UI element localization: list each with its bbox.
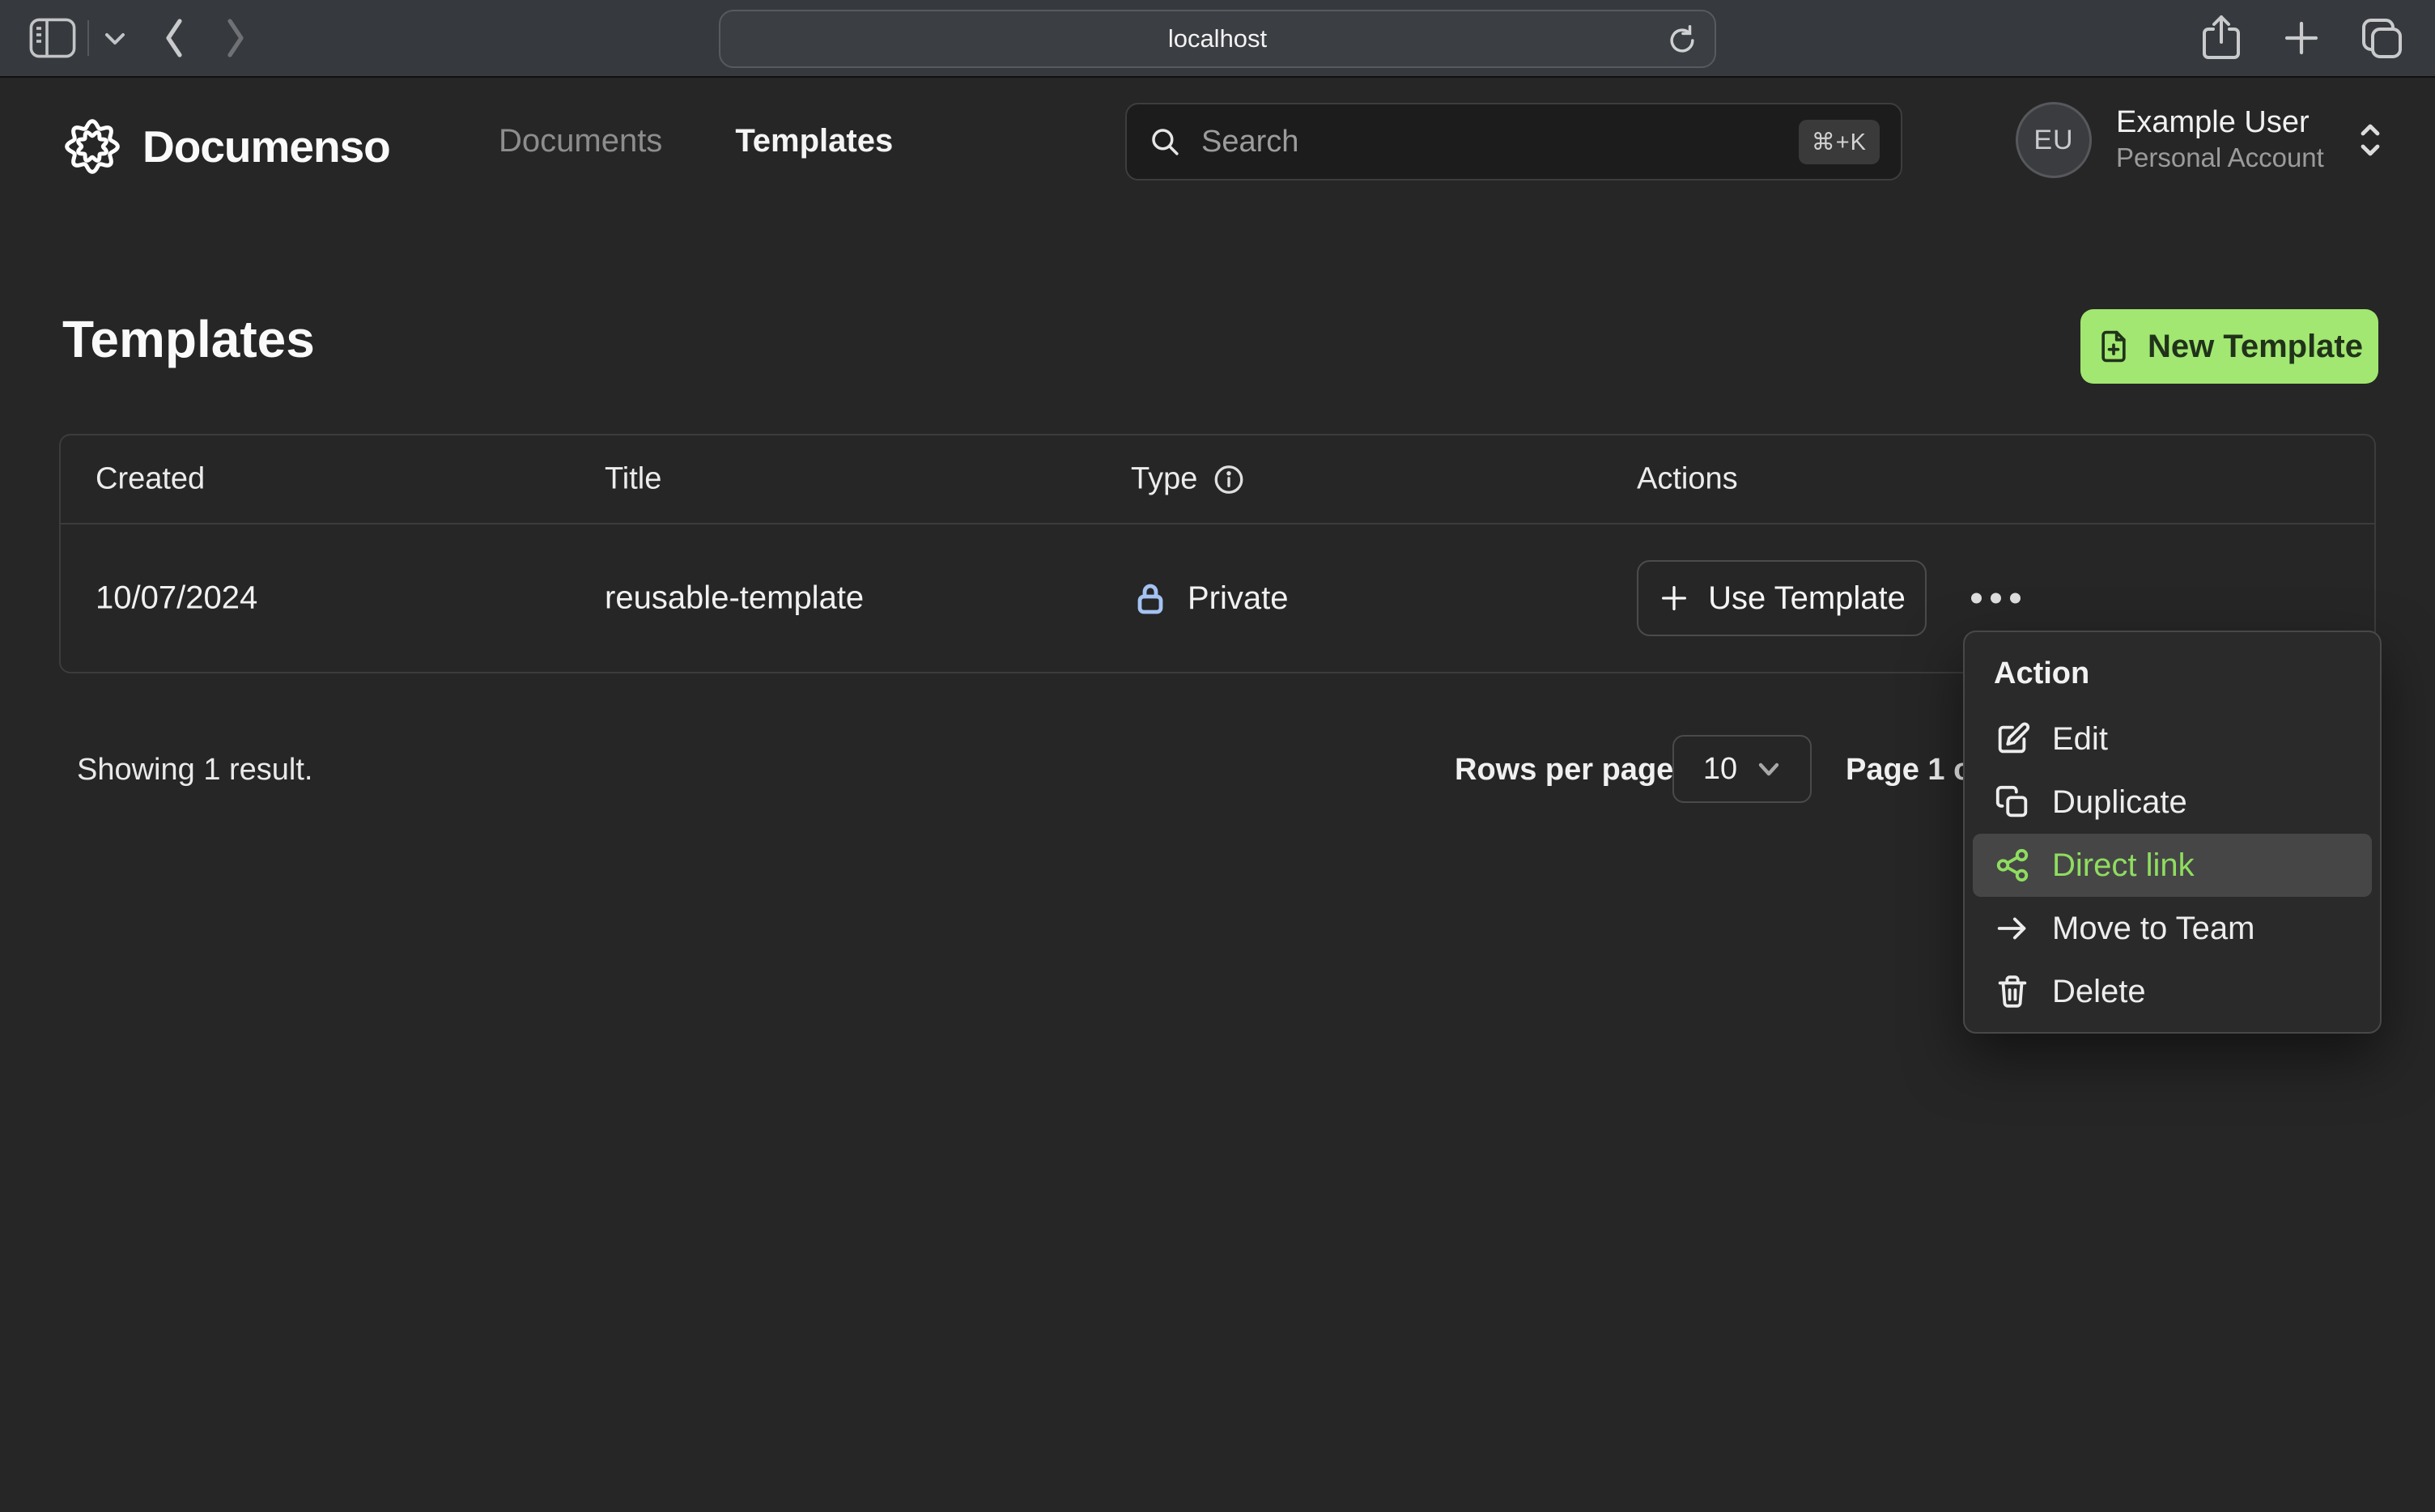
info-icon[interactable] — [1212, 462, 1246, 496]
menu-item-edit[interactable]: Edit — [1973, 707, 2372, 771]
sidebar-chevron-button[interactable] — [104, 30, 126, 46]
documenso-logo-icon — [63, 117, 121, 176]
row-actions-menu-button[interactable] — [1963, 585, 2029, 612]
menu-item-direct-link[interactable]: Direct link — [1973, 834, 2372, 897]
trash-icon — [1994, 973, 2031, 1010]
menu-item-move-to-team[interactable]: Move to Team — [1973, 897, 2372, 960]
chevron-down-icon — [104, 30, 126, 46]
use-template-button[interactable]: Use Template — [1637, 560, 1927, 636]
lock-icon — [1131, 579, 1170, 618]
search-icon — [1148, 125, 1182, 159]
row-actions-dropdown: Action Edit Duplicate Direct link Move t… — [1963, 631, 2382, 1034]
arrow-right-icon — [1994, 910, 2031, 947]
menu-item-label: Duplicate — [2052, 784, 2187, 820]
row-created-date: 10/07/2024 — [96, 580, 258, 616]
brand-name: Documenso — [142, 121, 391, 172]
account-menu-trigger[interactable]: EU Example User Personal Account — [2016, 102, 2384, 178]
row-type-label: Private — [1188, 580, 1289, 616]
reload-button[interactable] — [1664, 23, 1700, 58]
share-button[interactable] — [2199, 13, 2244, 63]
use-template-label: Use Template — [1708, 580, 1906, 616]
column-header-type: Type — [1131, 461, 1198, 496]
user-name: Example User — [2116, 104, 2310, 139]
menu-item-label: Edit — [2052, 720, 2108, 757]
sidebar-toggle-button[interactable] — [29, 18, 76, 58]
tab-overview-button[interactable] — [2359, 15, 2404, 61]
rows-per-page-value: 10 — [1702, 751, 1738, 786]
chevron-up-down-icon — [2356, 121, 2384, 159]
address-bar[interactable] — [719, 10, 1716, 68]
browser-toolbar — [0, 0, 2435, 78]
column-header-title: Title — [605, 461, 662, 496]
back-button[interactable] — [160, 16, 188, 60]
plus-icon — [1658, 582, 1690, 614]
share-icon — [2199, 13, 2244, 63]
url-input[interactable] — [1056, 24, 1379, 53]
menu-item-label: Direct link — [2052, 847, 2195, 883]
menu-item-label: Delete — [2052, 973, 2146, 1009]
nav-item-documents[interactable]: Documents — [499, 123, 662, 159]
file-plus-icon — [2096, 329, 2131, 364]
new-template-button[interactable]: New Template — [2080, 309, 2378, 384]
menu-item-delete[interactable]: Delete — [1973, 960, 2372, 1023]
avatar: EU — [2016, 102, 2092, 178]
column-header-actions: Actions — [1637, 461, 1738, 496]
dropdown-title: Action — [1994, 656, 2090, 690]
sidebar-icon — [29, 18, 76, 58]
column-header-created: Created — [96, 461, 206, 496]
main-nav: Documents Templates — [499, 123, 893, 159]
rows-per-page-select[interactable]: 10 — [1672, 735, 1812, 803]
edit-icon — [1994, 720, 2031, 758]
menu-item-duplicate[interactable]: Duplicate — [1973, 771, 2372, 834]
results-count: Showing 1 result. — [77, 753, 313, 787]
menu-item-label: Move to Team — [2052, 910, 2255, 946]
search-input[interactable] — [1201, 124, 1799, 159]
search-bar[interactable]: ⌘+K — [1125, 103, 1902, 181]
reload-icon — [1664, 23, 1700, 58]
new-tab-button[interactable] — [2281, 18, 2322, 58]
table-header-row: Created Title Type Actions — [61, 435, 2374, 525]
toolbar-divider — [87, 20, 89, 56]
tabs-icon — [2359, 15, 2404, 61]
chevron-down-icon — [1757, 760, 1781, 778]
nav-item-templates[interactable]: Templates — [735, 123, 893, 159]
forward-arrow-icon — [222, 16, 249, 60]
page-title: Templates — [62, 310, 315, 368]
rows-per-page-label: Rows per page — [1455, 753, 1674, 787]
row-template-title: reusable-template — [605, 580, 865, 616]
new-template-label: New Template — [2148, 328, 2363, 364]
ellipsis-icon — [1971, 592, 1982, 604]
user-account-type: Personal Account — [2116, 142, 2324, 173]
avatar-initials: EU — [2033, 124, 2074, 155]
back-arrow-icon — [160, 16, 188, 60]
forward-button[interactable] — [222, 16, 249, 60]
brand[interactable]: Documenso — [63, 117, 391, 176]
plus-icon — [2281, 18, 2322, 58]
search-shortcut-badge: ⌘+K — [1798, 119, 1880, 164]
share-nodes-icon — [1994, 847, 2031, 884]
copy-icon — [1994, 784, 2031, 821]
